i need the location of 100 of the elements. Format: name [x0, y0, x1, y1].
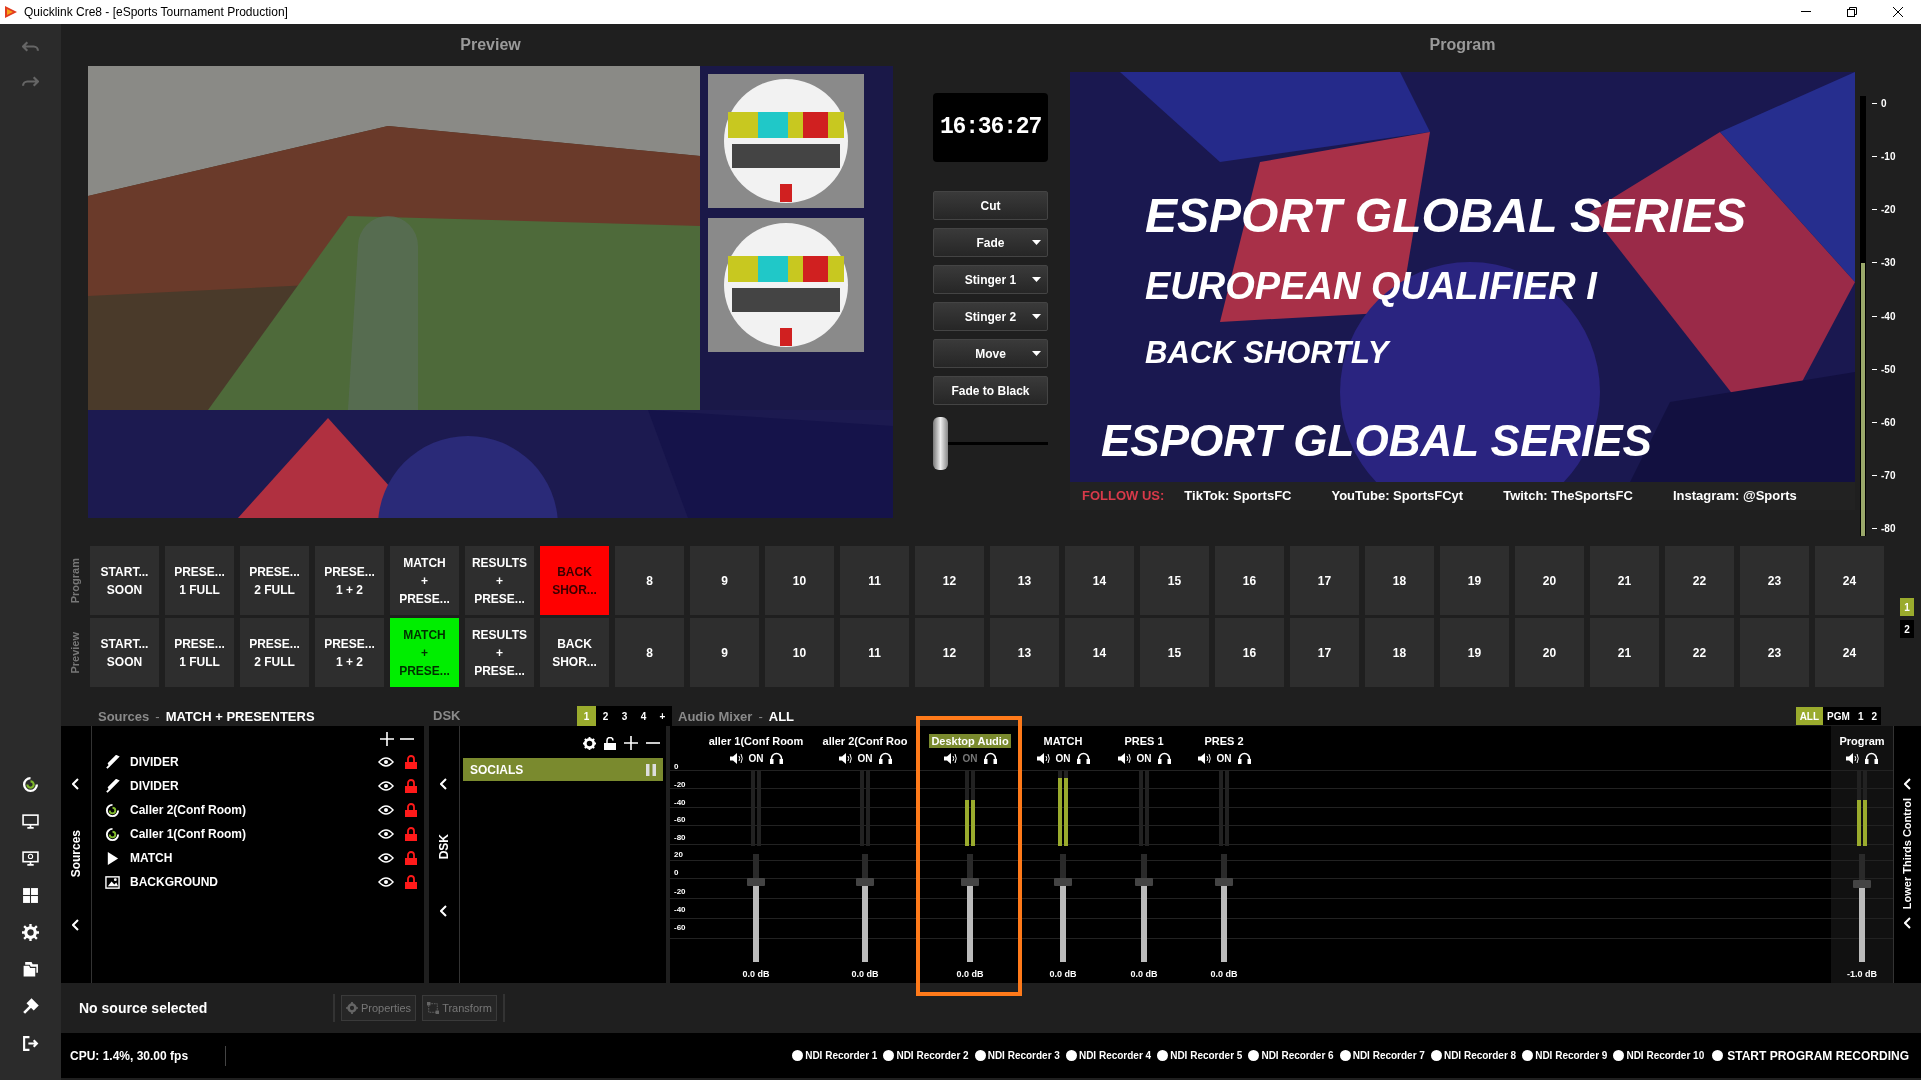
- transition-button[interactable]: Move: [933, 339, 1048, 368]
- mixer-view-tab[interactable]: 1: [1853, 707, 1868, 726]
- transition-button[interactable]: Cut: [933, 191, 1048, 220]
- recorder-toggle[interactable]: NDI Recorder 6: [1248, 1048, 1334, 1063]
- scene-button[interactable]: PRESE... 1 + 2: [315, 618, 384, 687]
- recorder-toggle[interactable]: NDI Recorder 8: [1430, 1048, 1517, 1063]
- channel-name[interactable]: aller 2(Conf Roo: [820, 734, 910, 748]
- on-toggle[interactable]: ON: [748, 750, 764, 766]
- scene-button[interactable]: 15: [1140, 618, 1209, 687]
- mixer-view-tab[interactable]: 2: [1867, 707, 1881, 726]
- headphones-icon[interactable]: [1865, 752, 1878, 764]
- record-program-toggle[interactable]: START PROGRAM RECORDING: [1712, 1046, 1909, 1065]
- scene-button[interactable]: 20: [1515, 618, 1584, 687]
- headphones-icon[interactable]: [983, 752, 997, 764]
- add-icon[interactable]: [624, 736, 638, 750]
- eye-icon[interactable]: [378, 853, 394, 863]
- t-bar-slider[interactable]: [933, 417, 1048, 470]
- scene-button[interactable]: PRESE... 1 FULL: [165, 618, 234, 687]
- headphones-icon[interactable]: [1237, 752, 1251, 764]
- eye-icon[interactable]: [378, 781, 394, 791]
- swirl-logo-icon[interactable]: [22, 776, 39, 793]
- on-toggle[interactable]: ON: [1136, 750, 1152, 766]
- dsk-page-tab[interactable]: 2: [596, 706, 615, 726]
- scene-button[interactable]: 21: [1590, 618, 1659, 687]
- recorder-toggle[interactable]: NDI Recorder 10: [1613, 1048, 1705, 1063]
- fader-thumb[interactable]: [961, 878, 979, 887]
- monitor-icon[interactable]: [22, 813, 39, 830]
- scene-button[interactable]: 15: [1140, 546, 1209, 615]
- transition-button[interactable]: Stinger 2: [933, 302, 1048, 331]
- scene-button[interactable]: 19: [1440, 546, 1509, 615]
- source-row[interactable]: MATCH: [92, 846, 424, 870]
- on-toggle[interactable]: ON: [1055, 750, 1071, 766]
- recorder-toggle[interactable]: NDI Recorder 1: [792, 1048, 878, 1063]
- eye-icon[interactable]: [378, 805, 394, 815]
- scene-button[interactable]: 13: [990, 546, 1059, 615]
- sources-tab[interactable]: Sources: [67, 830, 85, 878]
- scene-button[interactable]: 22: [1665, 546, 1734, 615]
- eye-icon[interactable]: [378, 877, 394, 887]
- scene-button[interactable]: 14: [1065, 618, 1134, 687]
- headphones-icon[interactable]: [769, 752, 783, 764]
- headphones-icon[interactable]: [1076, 752, 1090, 764]
- scene-button[interactable]: 13: [990, 618, 1059, 687]
- scene-button[interactable]: 10: [765, 618, 834, 687]
- recorder-toggle[interactable]: NDI Recorder 3: [974, 1048, 1060, 1063]
- recorder-toggle[interactable]: NDI Recorder 9: [1522, 1048, 1608, 1063]
- recorder-toggle[interactable]: NDI Recorder 2: [883, 1048, 969, 1063]
- scene-button[interactable]: 16: [1215, 618, 1284, 687]
- scene-button[interactable]: RESULTS + PRESE...: [465, 546, 534, 615]
- scene-button[interactable]: 17: [1290, 546, 1359, 615]
- channel-name[interactable]: Program: [1837, 734, 1887, 748]
- scene-button[interactable]: 12: [915, 546, 984, 615]
- scene-button[interactable]: PRESE... 2 FULL: [240, 546, 309, 615]
- exit-icon[interactable]: [22, 1035, 39, 1052]
- scene-button[interactable]: 9: [690, 618, 759, 687]
- fader-thumb[interactable]: [1054, 878, 1072, 887]
- headphones-icon[interactable]: [878, 752, 892, 764]
- t-bar-handle[interactable]: [933, 417, 948, 470]
- add-icon[interactable]: [380, 732, 394, 746]
- scene-button[interactable]: 24: [1815, 618, 1884, 687]
- fader-thumb[interactable]: [856, 878, 874, 887]
- scene-button[interactable]: 20: [1515, 546, 1584, 615]
- scene-button[interactable]: 23: [1740, 546, 1809, 615]
- scene-button[interactable]: MATCH + PRESE...: [390, 546, 459, 615]
- scene-button[interactable]: PRESE... 2 FULL: [240, 618, 309, 687]
- scene-button[interactable]: START... SOON: [90, 618, 159, 687]
- speaker-icon[interactable]: [838, 752, 852, 764]
- scene-button[interactable]: 9: [690, 546, 759, 615]
- recorder-toggle[interactable]: NDI Recorder 5: [1157, 1048, 1243, 1063]
- scene-button[interactable]: 18: [1365, 618, 1434, 687]
- speaker-icon[interactable]: [943, 752, 957, 764]
- dsk-layer-row[interactable]: SOCIALS: [463, 758, 663, 781]
- speaker-icon[interactable]: [1117, 752, 1131, 764]
- channel-name[interactable]: MATCH: [1041, 734, 1085, 748]
- on-toggle[interactable]: ON: [857, 750, 873, 766]
- transition-button[interactable]: Fade: [933, 228, 1048, 257]
- scene-button[interactable]: 12: [915, 618, 984, 687]
- scene-button[interactable]: 16: [1215, 546, 1284, 615]
- scene-button[interactable]: BACK SHOR...: [540, 546, 609, 615]
- scene-button[interactable]: 10: [765, 546, 834, 615]
- scene-button[interactable]: BACK SHOR...: [540, 618, 609, 687]
- source-row[interactable]: Caller 2(Conf Room): [92, 798, 424, 822]
- channel-name[interactable]: aller 1(Conf Room: [706, 734, 806, 748]
- dsk-page-tab[interactable]: 4: [634, 706, 653, 726]
- transition-button[interactable]: Fade to Black: [933, 376, 1048, 405]
- source-row[interactable]: Caller 1(Conf Room): [92, 822, 424, 846]
- eye-icon[interactable]: [378, 829, 394, 839]
- speaker-icon[interactable]: [1036, 752, 1050, 764]
- tools-icon[interactable]: [22, 998, 39, 1015]
- on-toggle[interactable]: ON: [1216, 750, 1232, 766]
- scene-button[interactable]: START... SOON: [90, 546, 159, 615]
- scene-button[interactable]: 11: [840, 546, 909, 615]
- speaker-icon[interactable]: [1846, 752, 1859, 764]
- fader-thumb[interactable]: [1135, 878, 1153, 887]
- scene-button[interactable]: MATCH + PRESE...: [390, 618, 459, 687]
- scene-button[interactable]: 24: [1815, 546, 1884, 615]
- dsk-page-tab[interactable]: 3: [615, 706, 634, 726]
- settings-icon[interactable]: [22, 924, 39, 941]
- recorder-toggle[interactable]: NDI Recorder 7: [1339, 1048, 1425, 1063]
- monitor-search-icon[interactable]: [22, 850, 39, 867]
- source-row[interactable]: DIVIDER: [92, 774, 424, 798]
